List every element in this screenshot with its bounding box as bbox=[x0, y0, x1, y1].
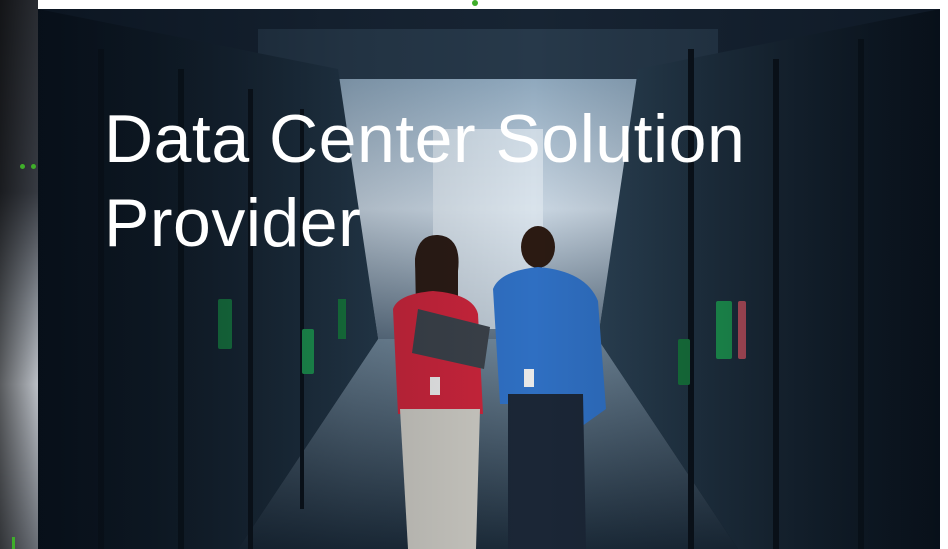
adjacent-slide-peek[interactable] bbox=[0, 0, 38, 549]
carousel-dots bbox=[20, 164, 40, 170]
accent-dot bbox=[472, 0, 478, 6]
accent-bar bbox=[12, 537, 15, 549]
hero-title: Data Center Solution Provider bbox=[104, 101, 746, 261]
dot-icon bbox=[31, 164, 36, 169]
hero-banner[interactable]: Data Center Solution Provider bbox=[38, 9, 940, 549]
dot-icon bbox=[20, 164, 25, 169]
